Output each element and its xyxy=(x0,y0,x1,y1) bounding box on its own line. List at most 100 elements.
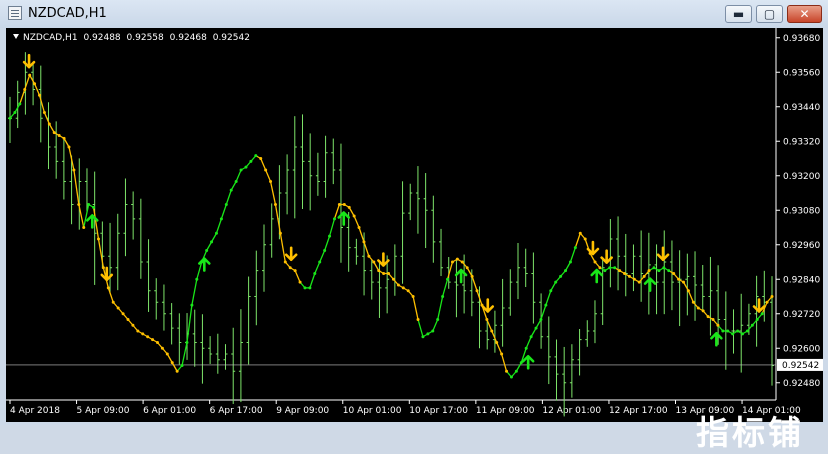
trend-line-dot xyxy=(234,180,238,183)
trend-line-dot xyxy=(146,335,150,339)
trend-line-segment xyxy=(181,342,188,366)
x-tick-label: 11 Apr 09:00 xyxy=(476,406,535,416)
trend-line-dot xyxy=(539,318,543,321)
y-tick-label: 0.93680 xyxy=(783,34,820,44)
trend-line-segment xyxy=(412,296,419,320)
trend-line-dot xyxy=(67,145,71,149)
close-price: 0.92542 xyxy=(212,33,250,43)
y-tick-label: 0.93560 xyxy=(783,68,820,78)
trend-line-segment xyxy=(363,241,370,257)
trend-line-segment xyxy=(545,290,552,306)
trend-line-dot xyxy=(731,332,735,336)
trend-line-dot xyxy=(686,289,690,293)
trend-line-segment xyxy=(294,270,301,283)
trend-line-segment xyxy=(687,290,694,303)
trend-line-dot xyxy=(18,102,22,106)
trend-line-dot xyxy=(568,260,572,264)
trend-line-dot xyxy=(377,269,381,273)
trend-line-dot xyxy=(214,231,218,235)
trend-line-dot xyxy=(755,318,759,321)
y-tick-label: 0.93080 xyxy=(783,206,820,216)
price-chart[interactable]: 0.93680 0.93560 0.93440 0.93320 0.93200 0.930… xyxy=(6,28,823,452)
trend-line-dot xyxy=(259,157,263,160)
trend-line-dot xyxy=(583,237,587,241)
trend-line-segment xyxy=(38,95,46,113)
trend-line-dot xyxy=(185,341,189,344)
trend-line-dot xyxy=(741,332,745,336)
trend-line-segment xyxy=(215,218,223,234)
trend-line-dot xyxy=(264,168,268,172)
y-tick-label: 0.92600 xyxy=(783,344,820,354)
trend-line-dot xyxy=(411,295,415,298)
trend-line-dot xyxy=(406,289,410,293)
x-tick-label: 6 Apr 01:00 xyxy=(143,406,196,416)
trend-line-dot xyxy=(13,111,17,114)
minimize-button[interactable]: ▬ xyxy=(725,5,752,23)
triangle-down-icon[interactable] xyxy=(13,34,19,39)
trend-line-dot xyxy=(160,346,164,350)
trend-line-dot xyxy=(460,260,464,264)
trend-line-dot xyxy=(509,375,513,379)
trend-line-dot xyxy=(736,329,740,333)
trend-line-dot xyxy=(28,73,32,77)
trend-line-dot xyxy=(416,318,420,321)
trend-line-dot xyxy=(293,269,297,273)
trend-line-dot xyxy=(239,168,243,172)
trend-line-dot xyxy=(559,274,563,278)
trend-line-dot xyxy=(677,277,681,281)
trend-line-dot xyxy=(121,312,125,316)
trend-line-dot xyxy=(367,254,371,258)
trend-line-dot xyxy=(72,168,76,172)
trend-line-segment xyxy=(279,233,286,263)
trend-line-dot xyxy=(47,122,51,126)
trend-line-segment xyxy=(225,189,232,205)
trend-line-dot xyxy=(77,203,81,206)
trend-line-dot xyxy=(716,323,720,327)
trend-line-dot xyxy=(441,295,445,298)
trend-line-dot xyxy=(42,111,46,114)
trend-line-segment xyxy=(324,235,331,251)
trend-line-dot xyxy=(87,203,91,206)
trend-line-dot xyxy=(155,341,159,344)
trend-line-dot xyxy=(455,257,459,261)
chart-canvas[interactable]: 0.93680 0.93560 0.93440 0.93320 0.93200 0.930… xyxy=(6,28,823,422)
sell-arrow-icon xyxy=(586,240,600,256)
trend-line-segment xyxy=(186,305,193,343)
trend-line-dot xyxy=(342,203,346,206)
trend-line-dot xyxy=(760,312,764,316)
trend-line-segment xyxy=(33,83,41,96)
trend-line-dot xyxy=(33,82,37,86)
trend-line-dot xyxy=(652,266,656,270)
trend-line-dot xyxy=(544,303,548,307)
trend-line-dot xyxy=(382,272,386,275)
trend-line-dot xyxy=(529,335,533,339)
trend-line-dot xyxy=(647,269,651,273)
y-tick-label: 0.92720 xyxy=(783,310,820,320)
sell-arrow-icon xyxy=(481,298,495,313)
trend-line-dot xyxy=(23,88,27,91)
y-tick-label: 0.92840 xyxy=(783,275,820,285)
trend-line-dot xyxy=(554,280,558,284)
trend-line-dot xyxy=(347,205,351,209)
trend-line-dot xyxy=(328,234,332,238)
trend-line-segment xyxy=(265,169,272,182)
trend-line-dot xyxy=(672,272,676,275)
trend-line-dot xyxy=(682,280,686,284)
chart-symbol: NZDCAD,H1 xyxy=(23,33,78,43)
trend-line-dot xyxy=(431,329,435,333)
trend-line-dot xyxy=(141,332,145,336)
trend-line-dot xyxy=(564,269,568,273)
maximize-button[interactable]: ▢ xyxy=(756,5,783,23)
trend-line-dot xyxy=(524,346,528,350)
trend-line-dot xyxy=(106,286,110,290)
trend-line-dot xyxy=(131,323,135,327)
trend-line-dot xyxy=(446,277,450,281)
close-button[interactable]: ✕ xyxy=(787,5,822,23)
trend-line-dot xyxy=(726,329,730,333)
trend-line-segment xyxy=(319,250,326,263)
trend-line-dot xyxy=(229,188,233,192)
trend-line-dot xyxy=(362,240,366,244)
trend-line-segment xyxy=(437,296,444,320)
title-bar[interactable]: NZDCAD,H1 ▬ ▢ ✕ xyxy=(0,0,828,28)
trend-line-dot xyxy=(82,226,86,229)
